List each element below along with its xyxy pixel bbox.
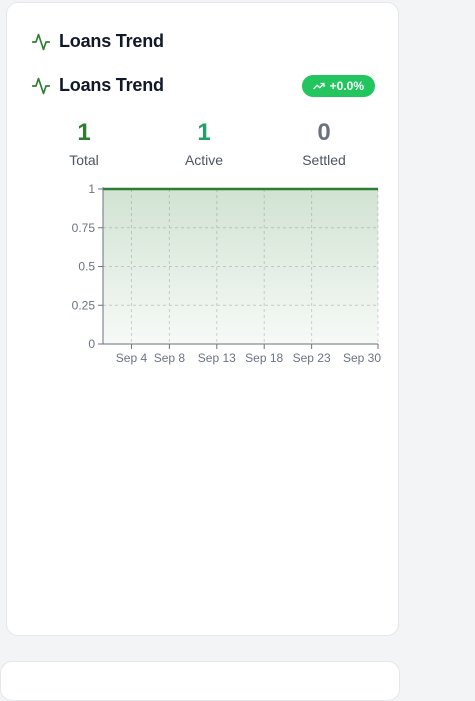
stat-total: 1 Total — [24, 117, 144, 169]
chart-title: Loans Trend — [59, 75, 164, 95]
x-tick-label: Sep 8 — [154, 351, 186, 365]
trending-up-icon — [313, 82, 325, 90]
x-tick-label: Sep 18 — [245, 351, 283, 365]
stat-settled: 0 Settled — [264, 117, 384, 169]
stat-active-value: 1 — [197, 119, 211, 146]
activity-icon — [31, 77, 51, 94]
y-tick-label: 0.5 — [78, 260, 95, 274]
x-tick-label: Sep 13 — [198, 351, 236, 365]
y-tick-label: 1 — [88, 182, 95, 196]
stat-total-value: 1 — [77, 119, 91, 146]
chart-header: Loans Trend — [31, 75, 164, 96]
trend-badge-value: +0.0% — [329, 79, 364, 93]
stat-settled-label: Settled — [302, 152, 346, 168]
activity-icon — [31, 33, 51, 50]
trend-badge: +0.0% — [301, 75, 375, 97]
chart-area-layer — [103, 187, 378, 344]
stat-active-label: Active — [184, 152, 224, 168]
series-area — [103, 189, 378, 344]
x-tick-label: Sep 4 — [116, 351, 148, 365]
x-tick-label: Sep 30 — [343, 351, 381, 365]
stat-settled-value: 0 — [317, 119, 331, 146]
y-tick-label: 0 — [88, 337, 95, 351]
y-tick-label: 0.25 — [72, 298, 96, 312]
stat-total-label: Total — [69, 152, 99, 168]
y-tick-label: 0.75 — [72, 221, 96, 235]
loans-trend-chart: 0 0.25 0.5 0.75 1 Sep 4 Sep 8 Sep 13 Sep 18 Sep 2… — [72, 182, 382, 365]
card-title: Loans Trend — [59, 31, 164, 51]
card-header: Loans Trend — [31, 31, 164, 52]
stat-active: 1 Active — [144, 117, 264, 169]
next-card — [0, 661, 400, 701]
loans-trend-card: Loans Trend Loans Trend +0.0% 1 Total 1 … — [6, 2, 399, 636]
x-tick-label: Sep 23 — [293, 351, 331, 365]
